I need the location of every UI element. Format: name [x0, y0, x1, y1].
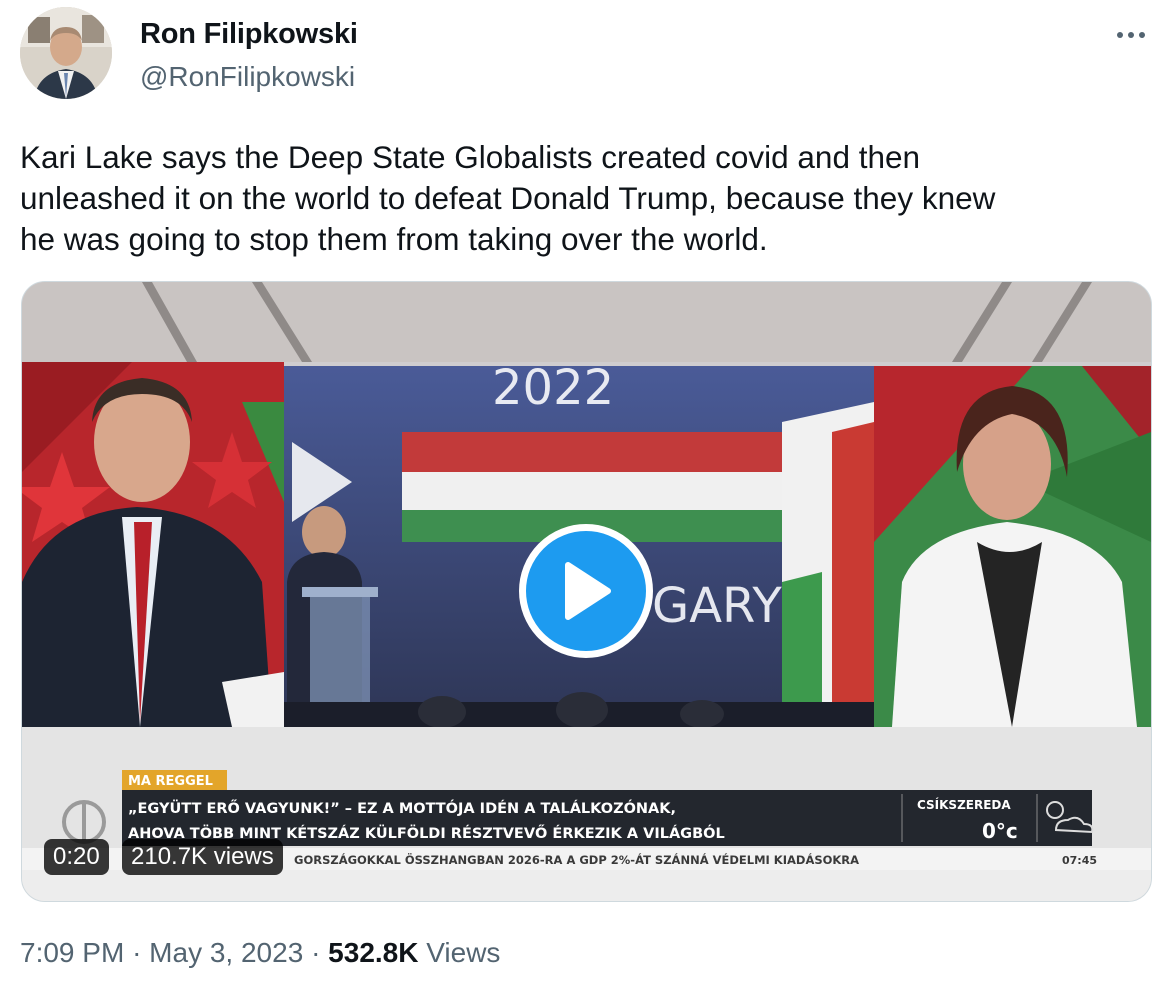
- tweet-text: Kari Lake says the Deep State Globalists…: [20, 137, 1140, 260]
- tweet-text-line: Kari Lake says the Deep State Globalists…: [20, 139, 921, 175]
- author-display-name[interactable]: Ron Filipkowski: [140, 18, 358, 51]
- author-avatar[interactable]: [20, 7, 112, 99]
- video-views-badge: 210.7K views: [122, 839, 283, 875]
- tweet-time[interactable]: 7:09 PM: [20, 937, 124, 968]
- video-player[interactable]: 2022 GARY MA REGGEL „EGYÜTT ERŐ VAGYUNK!…: [21, 281, 1152, 902]
- meta-separator: ·: [311, 937, 321, 968]
- tweet-meta: 7:09 PM · May 3, 2023 · 532.8K Views: [20, 937, 500, 969]
- lower-third-temperature: 0°c: [982, 819, 1018, 843]
- tweet-date[interactable]: May 3, 2023: [149, 937, 303, 968]
- stage-year-text: 2022: [492, 360, 614, 416]
- stage-word-text: GARY: [652, 578, 782, 634]
- tweet-text-line: unleashed it on the world to defeat Dona…: [20, 180, 996, 216]
- video-duration-badge: 0:20: [44, 839, 109, 875]
- play-icon: [565, 562, 611, 620]
- meta-separator: ·: [132, 937, 142, 968]
- lower-third-clock: 07:45: [1062, 854, 1097, 867]
- play-button[interactable]: [519, 524, 653, 658]
- more-dots-icon: [1117, 32, 1145, 38]
- views-label[interactable]: Views: [426, 937, 500, 968]
- lower-third-headline-1: „EGYÜTT ERŐ VAGYUNK!” – EZ A MOTTÓJA IDÉ…: [128, 799, 676, 817]
- view-count[interactable]: 532.8K: [328, 937, 418, 968]
- lower-third-city: CSÍKSZEREDA: [917, 797, 1011, 812]
- lower-third-tag: MA REGGEL: [128, 774, 213, 789]
- more-options-button[interactable]: [1108, 20, 1154, 50]
- profile-photo-icon: [20, 7, 112, 99]
- author-handle[interactable]: @RonFilipkowski: [140, 61, 355, 93]
- tweet-text-line: he was going to stop them from taking ov…: [20, 221, 768, 257]
- lower-third-crawl: GORSZÁGOKKAL ÖSSZHANGBAN 2026-RA A GDP 2…: [294, 852, 859, 867]
